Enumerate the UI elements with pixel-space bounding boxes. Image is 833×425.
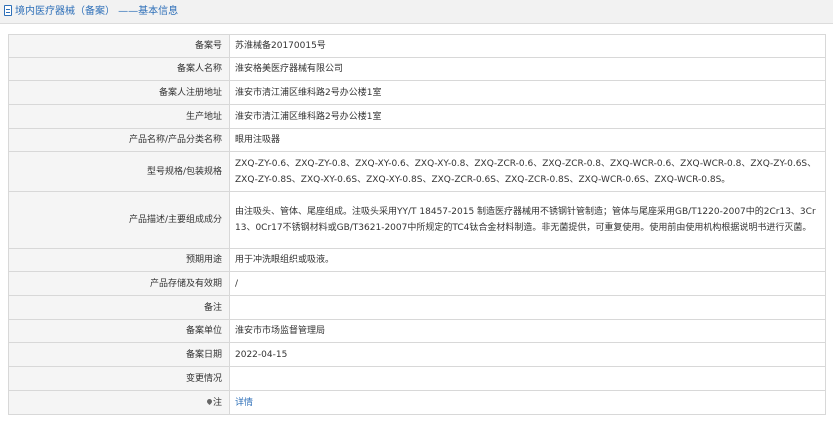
row-value: 2022-04-15	[229, 342, 826, 367]
row-value: 由注吸头、管体、尾座组成。注吸头采用YY/T 18457-2015 制造医疗器械…	[229, 191, 826, 249]
note-label-cell: 注	[8, 390, 230, 415]
table-row: 生产地址 淮安市清江浦区维科路2号办公楼1室	[8, 104, 826, 129]
table-row: 型号规格/包装规格 ZXQ-ZY-0.6、ZXQ-ZY-0.8、ZXQ-XY-0…	[8, 151, 826, 192]
row-label: 产品描述/主要组成成分	[8, 191, 230, 249]
row-value	[229, 366, 826, 391]
note-label: 注	[212, 397, 222, 408]
table-row: 备注	[8, 295, 826, 320]
row-label: 备注	[8, 295, 230, 320]
table-row: 备案单位 淮安市市场监督管理局	[8, 319, 826, 343]
row-label: 生产地址	[8, 104, 230, 129]
row-value: 淮安格美医疗器械有限公司	[229, 57, 826, 81]
row-label: 备案人注册地址	[8, 80, 230, 105]
row-value	[229, 295, 826, 320]
row-value: ZXQ-ZY-0.6、ZXQ-ZY-0.8、ZXQ-XY-0.6、ZXQ-XY-…	[229, 151, 826, 192]
page-title: 境内医疗器械（备案） ——基本信息	[15, 6, 179, 17]
row-value: 淮安市市场监督管理局	[229, 319, 826, 343]
note-row: 注 详情	[8, 390, 826, 415]
note-value-cell: 详情	[229, 390, 826, 415]
table-row: 备案人名称 淮安格美医疗器械有限公司	[8, 57, 826, 81]
detail-table: 备案号 苏淮械备20170015号 备案人名称 淮安格美医疗器械有限公司 备案人…	[8, 34, 826, 415]
table-row: 变更情况	[8, 366, 826, 391]
document-icon	[4, 5, 12, 16]
row-value: 用于冲洗眼组织或吸液。	[229, 248, 826, 272]
row-label: 变更情况	[8, 366, 230, 391]
row-label: 备案日期	[8, 342, 230, 367]
row-label: 备案单位	[8, 319, 230, 343]
row-label: 预期用途	[8, 248, 230, 272]
table-row: 产品存储及有效期 /	[8, 271, 826, 296]
row-label: 备案号	[8, 34, 230, 58]
table-row: 产品描述/主要组成成分 由注吸头、管体、尾座组成。注吸头采用YY/T 18457…	[8, 191, 826, 249]
row-value: 苏淮械备20170015号	[229, 34, 826, 58]
table-row: 备案号 苏淮械备20170015号	[8, 34, 826, 58]
details-link[interactable]: 详情	[235, 398, 253, 408]
table-row: 预期用途 用于冲洗眼组织或吸液。	[8, 248, 826, 272]
table-row: 备案日期 2022-04-15	[8, 342, 826, 367]
row-label: 产品存储及有效期	[8, 271, 230, 296]
row-label: 产品名称/产品分类名称	[8, 128, 230, 152]
row-label: 备案人名称	[8, 57, 230, 81]
row-value: 淮安市清江浦区维科路2号办公楼1室	[229, 80, 826, 105]
row-value: 眼用注吸器	[229, 128, 826, 152]
header-bar: 境内医疗器械（备案） ——基本信息	[0, 0, 833, 24]
pin-icon	[205, 397, 214, 405]
row-value: /	[229, 271, 826, 296]
table-row: 产品名称/产品分类名称 眼用注吸器	[8, 128, 826, 152]
row-label: 型号规格/包装规格	[8, 151, 230, 192]
table-row: 备案人注册地址 淮安市清江浦区维科路2号办公楼1室	[8, 80, 826, 105]
row-value: 淮安市清江浦区维科路2号办公楼1室	[229, 104, 826, 129]
